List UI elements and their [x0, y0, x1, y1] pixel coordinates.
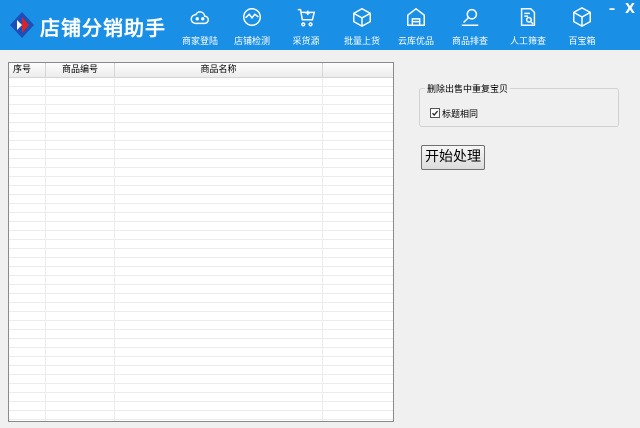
header-bar: 店铺分销助手 商家登陆 店铺检测 采货源 批量上货 云库优品 商品排查 人工筛查…	[0, 0, 640, 50]
cube-icon	[573, 6, 591, 28]
table-body[interactable]	[9, 78, 393, 421]
table-header: 序号 商品编号 商品名称	[9, 63, 393, 78]
nav-label: 人工筛查	[509, 37, 546, 47]
box-arrow-icon	[353, 7, 371, 28]
column-header-filler	[323, 63, 393, 77]
nav-label: 百宝箱	[568, 37, 596, 47]
nav-cloud-products[interactable]: 云库优品	[390, 6, 442, 48]
nav-product-check[interactable]: 商品排查	[444, 6, 496, 48]
minimize-button[interactable]: –	[605, 2, 619, 17]
nav-label: 批量上货	[343, 37, 380, 47]
close-button[interactable]: X	[623, 2, 637, 17]
nav-merchant-login[interactable]: 商家登陆	[174, 6, 226, 48]
column-header-product-id[interactable]: 商品编号	[46, 63, 115, 77]
nav-toolbox[interactable]: 百宝箱	[556, 6, 608, 48]
nav-shop-check[interactable]: 店铺检测	[226, 6, 278, 48]
column-header-product-name[interactable]: 商品名称	[115, 63, 323, 77]
nav-batch-upload[interactable]: 批量上货	[336, 6, 388, 48]
column-header-index[interactable]: 序号	[9, 63, 46, 77]
nav-label: 商家登陆	[181, 37, 218, 47]
cart-plus-icon	[297, 8, 316, 27]
check-icon	[432, 110, 439, 116]
product-table[interactable]: 序号 商品编号 商品名称	[8, 62, 394, 422]
dedupe-options-group: 删除出售中重复宝贝 标题相同	[419, 82, 619, 127]
warehouse-icon	[407, 7, 425, 26]
checkbox-label: 标题相同	[442, 110, 479, 120]
group-title: 删除出售中重复宝贝	[425, 82, 511, 95]
nav-label: 采货源	[292, 37, 320, 47]
same-title-checkbox[interactable]	[430, 108, 440, 118]
logo-icon	[10, 12, 34, 38]
nav-label: 云库优品	[397, 37, 434, 47]
document-search-icon	[520, 8, 536, 26]
search-list-icon	[461, 8, 479, 26]
cloud-icon	[190, 11, 209, 25]
nav-label: 店铺检测	[233, 37, 270, 47]
nav-source-goods[interactable]: 采货源	[280, 6, 332, 48]
chart-wave-icon	[243, 8, 261, 26]
nav-label: 商品排查	[451, 37, 488, 47]
start-processing-button[interactable]: 开始处理	[421, 145, 485, 170]
app-title: 店铺分销助手	[40, 16, 166, 40]
nav-manual-screening[interactable]: 人工筛查	[502, 6, 554, 48]
